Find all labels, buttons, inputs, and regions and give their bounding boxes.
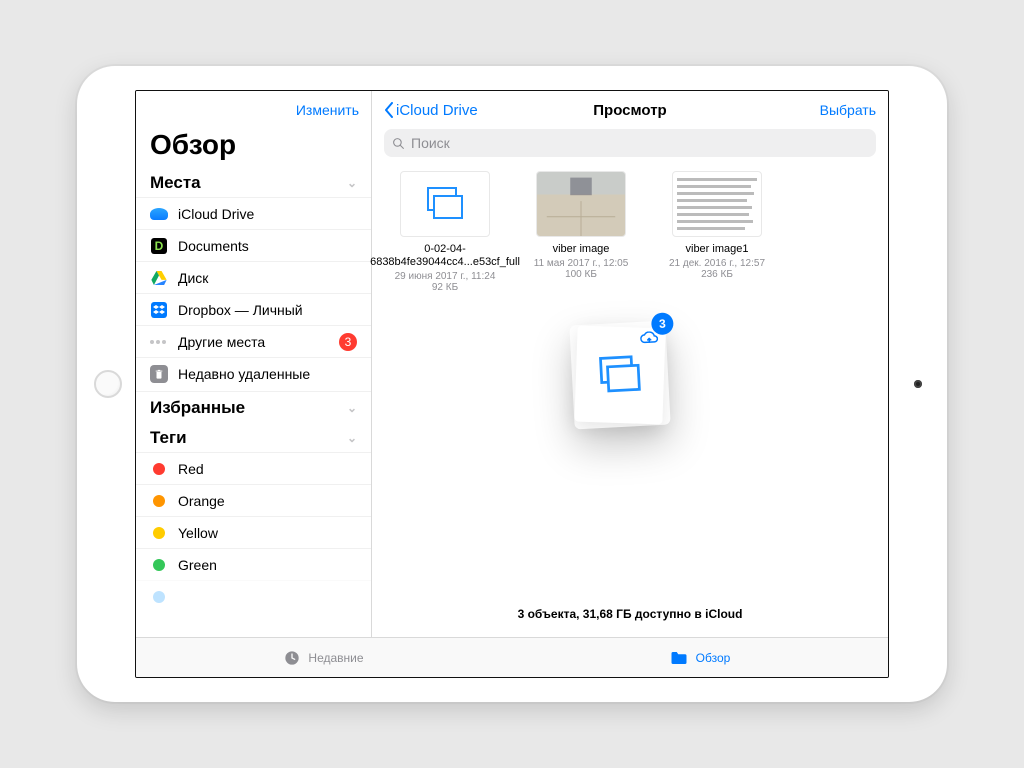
icloud-icon	[150, 205, 168, 223]
file-size: 236 КБ	[701, 269, 733, 280]
file-date: 11 мая 2017 г., 12:05	[534, 258, 629, 269]
status-text: 3 объекта, 31,68 ГБ доступно в iCloud	[372, 607, 888, 621]
tag-green[interactable]: Green	[136, 548, 371, 580]
sidebar-item-more-locations[interactable]: Другие места 3	[136, 325, 371, 357]
file-item[interactable]: 0-02-04-6838b4fe39044cc4...e53cf_full 29…	[390, 171, 500, 293]
tag-dot-icon	[150, 492, 168, 510]
front-camera	[914, 380, 922, 388]
file-item[interactable]: viber image 11 мая 2017 г., 12:05 100 КБ	[526, 171, 636, 293]
tags-header-label: Теги	[150, 428, 187, 448]
file-item[interactable]: viber image1 21 дек. 2016 г., 12:57 236 …	[662, 171, 772, 293]
file-name: 0-02-04-6838b4fe39044cc4...e53cf_full	[370, 243, 520, 269]
sidebar-item-label: Недавно удаленные	[178, 366, 357, 382]
clock-icon	[284, 650, 300, 666]
tag-label: Green	[178, 557, 357, 573]
sidebar-item-label: Dropbox — Личный	[178, 302, 357, 318]
sidebar-item-label: Documents	[178, 238, 357, 254]
sidebar-item-label: iCloud Drive	[178, 206, 357, 222]
sidebar-item-recently-deleted[interactable]: Недавно удаленные	[136, 357, 371, 389]
back-label: iCloud Drive	[396, 102, 478, 119]
tag-dot-icon	[150, 556, 168, 574]
favorites-header[interactable]: Избранные ⌄	[136, 391, 371, 422]
tag-more[interactable]	[136, 580, 371, 612]
sidebar-item-label: Диск	[178, 270, 357, 286]
search-icon	[392, 137, 405, 150]
tags-header[interactable]: Теги ⌄	[136, 422, 371, 452]
documents-app-icon: D	[150, 237, 168, 255]
search-input[interactable]: Поиск	[384, 129, 876, 157]
tag-label: Orange	[178, 493, 357, 509]
ellipsis-icon	[150, 333, 168, 351]
file-date: 21 дек. 2016 г., 12:57	[669, 258, 765, 269]
tag-dot-icon	[150, 460, 168, 478]
tab-label: Обзор	[696, 651, 731, 665]
search-placeholder: Поиск	[411, 135, 450, 151]
sidebar-item-dropbox[interactable]: Dropbox — Личный	[136, 293, 371, 325]
bottom-toolbar: Недавние Обзор	[136, 637, 888, 677]
sidebar-title: Обзор	[136, 129, 371, 167]
tag-label: Red	[178, 461, 357, 477]
sidebar-item-documents[interactable]: D Documents	[136, 229, 371, 261]
select-button[interactable]: Выбрать	[820, 102, 876, 118]
nav-bar: iCloud Drive Просмотр Выбрать	[372, 91, 888, 129]
tab-browse[interactable]: Обзор	[512, 638, 888, 677]
chevron-left-icon	[384, 102, 394, 118]
locations-header-label: Места	[150, 173, 201, 193]
chevron-down-icon: ⌄	[347, 176, 357, 190]
tag-yellow[interactable]: Yellow	[136, 516, 371, 548]
main-pane: iCloud Drive Просмотр Выбрать Поиск	[372, 91, 888, 637]
tag-label: Yellow	[178, 525, 357, 541]
locations-header[interactable]: Места ⌄	[136, 167, 371, 197]
sidebar-item-google-drive[interactable]: Диск	[136, 261, 371, 293]
drag-preview-card[interactable]: 3	[569, 320, 670, 429]
file-grid: 0-02-04-6838b4fe39044cc4...e53cf_full 29…	[372, 167, 888, 297]
file-thumbnail	[400, 171, 490, 237]
tag-dot-icon	[150, 524, 168, 542]
folder-icon	[670, 651, 688, 665]
google-drive-icon	[150, 269, 168, 287]
chevron-down-icon: ⌄	[347, 431, 357, 445]
sidebar-item-icloud[interactable]: iCloud Drive	[136, 197, 371, 229]
stack-icon	[596, 354, 644, 396]
tag-dot-icon	[150, 588, 168, 606]
device-frame: Изменить Обзор Места ⌄ iCloud Drive D Do…	[77, 66, 947, 702]
file-thumbnail	[672, 171, 762, 237]
stack-icon	[424, 186, 466, 222]
tab-label: Недавние	[308, 651, 363, 665]
dropbox-icon	[150, 301, 168, 319]
home-button[interactable]	[94, 370, 122, 398]
file-date: 29 июня 2017 г., 11:24	[395, 271, 496, 282]
notification-badge: 3	[339, 333, 357, 351]
tag-red[interactable]: Red	[136, 452, 371, 484]
tag-orange[interactable]: Orange	[136, 484, 371, 516]
tab-recents[interactable]: Недавние	[136, 638, 512, 677]
sidebar-item-label: Другие места	[178, 334, 329, 350]
edit-button[interactable]: Изменить	[296, 102, 359, 118]
sidebar: Изменить Обзор Места ⌄ iCloud Drive D Do…	[136, 91, 372, 637]
favorites-header-label: Избранные	[150, 398, 245, 418]
file-name: viber image	[553, 243, 610, 256]
file-thumbnail	[536, 171, 626, 237]
chevron-down-icon: ⌄	[347, 401, 357, 415]
file-size: 92 КБ	[432, 282, 458, 293]
back-button[interactable]: iCloud Drive	[384, 102, 478, 119]
file-name: viber image1	[686, 243, 749, 256]
trash-icon	[150, 365, 168, 383]
cloud-upload-icon	[639, 331, 658, 346]
screen: Изменить Обзор Места ⌄ iCloud Drive D Do…	[135, 90, 889, 678]
file-size: 100 КБ	[565, 269, 597, 280]
